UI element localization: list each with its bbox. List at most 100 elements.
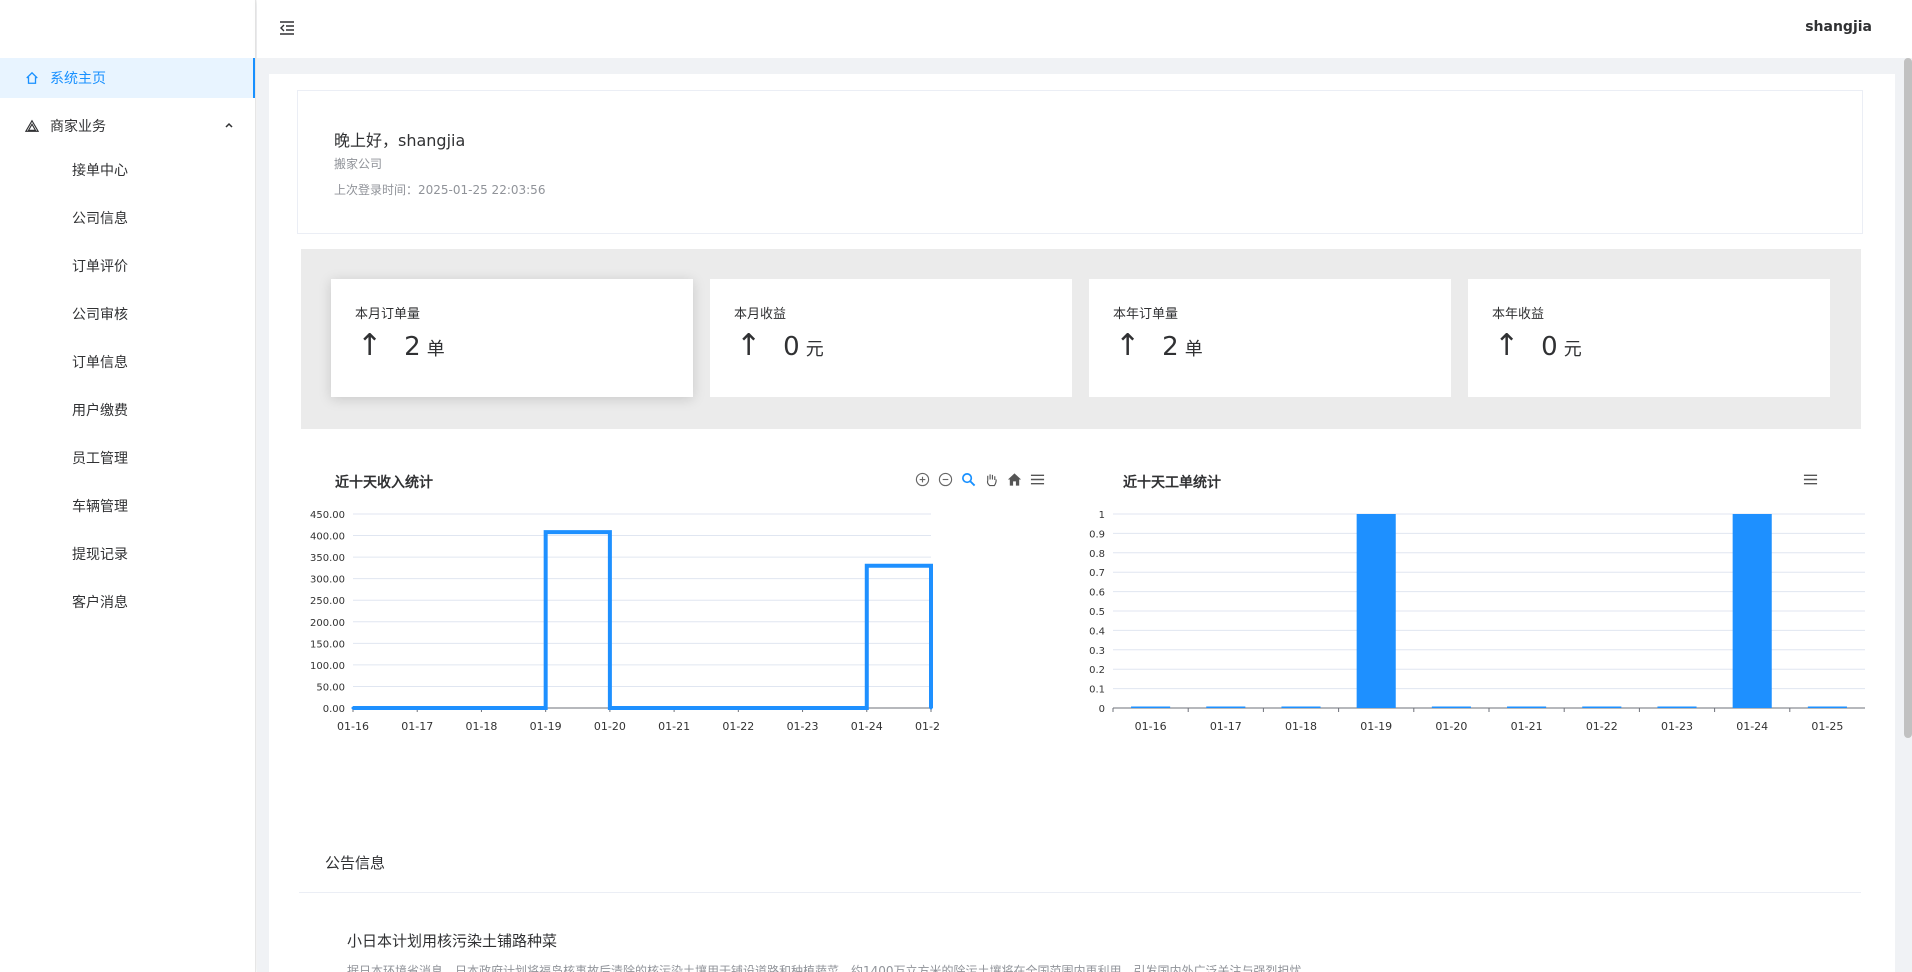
arrow-up-icon: ↑ [1115, 328, 1141, 363]
workorder-bar [1131, 706, 1171, 708]
zoom-reset-icon[interactable] [960, 471, 977, 488]
zoom-in-icon[interactable] [914, 471, 931, 488]
sidebar-subitem-company-info[interactable]: 公司信息 [0, 198, 255, 238]
x-tick-label: 01-16 [1135, 720, 1167, 733]
data-point [608, 706, 612, 710]
stat-card-monthly-orders: 本月订单量 ↑ 2 单 [331, 279, 693, 397]
stat-card-yearly-orders: 本年订单量 ↑ 2 单 [1089, 279, 1451, 397]
dashboard-content: 晚上好，shangjia 搬家公司 上次登录时间：2025-01-25 22:0… [269, 74, 1895, 972]
income-step-chart: 0.00 50.00 100.00 150.00 200.00 250.00 300.00 3… [310, 510, 939, 733]
stat-unit: 单 [1184, 339, 1203, 360]
y-tick-label: 0 [1099, 704, 1105, 715]
sidebar-subitem-user-payment[interactable]: 用户缴费 [0, 390, 255, 430]
pan-hand-icon[interactable] [983, 471, 1000, 488]
income-series-line [353, 530, 933, 710]
y-tick-label: 0.7 [1089, 568, 1105, 579]
data-point [736, 706, 740, 710]
y-tick-label: 100.00 [310, 661, 345, 672]
page-scrollbar[interactable] [1904, 58, 1912, 738]
stat-unit: 单 [426, 339, 445, 360]
top-header: shangjia [257, 0, 1912, 58]
sidebar-subitem-order-center[interactable]: 接单中心 [0, 150, 255, 190]
last-login-time: 上次登录时间：2025-01-25 22:03:56 [334, 183, 546, 197]
y-tick-label: 350.00 [310, 553, 345, 564]
menu-icon[interactable] [1029, 471, 1046, 488]
sidebar-subitem-withdraw-records[interactable]: 提现记录 [0, 534, 255, 574]
workorder-bar [1356, 514, 1396, 708]
y-tick-label: 400.00 [310, 532, 345, 543]
stat-value: 0 [783, 332, 800, 362]
workorder-bar [1807, 706, 1847, 708]
notice-divider [299, 892, 1861, 893]
income-chart-title: 近十天收入统计 [335, 475, 433, 491]
sidebar-subitem-order-info[interactable]: 订单信息 [0, 342, 255, 382]
stat-value: 2 [404, 332, 421, 362]
chevron-up-icon [223, 119, 235, 131]
workorder-bar [1206, 706, 1246, 708]
notice-item-title[interactable]: 小日本计划用核污染土铺路种菜 [347, 930, 557, 951]
sidebar-subitem-order-review[interactable]: 订单评价 [0, 246, 255, 286]
sidebar-subitem-customer-messages[interactable]: 客户消息 [0, 582, 255, 622]
y-tick-label: 0.2 [1089, 665, 1105, 676]
data-point [415, 706, 419, 710]
menu-fold-icon[interactable] [277, 18, 297, 38]
data-point [929, 706, 933, 710]
warning-triangle-icon [24, 118, 40, 134]
income-chart-toolbox [914, 471, 1046, 488]
home-icon[interactable] [1006, 471, 1023, 488]
x-tick-label: 01-17 [401, 720, 433, 733]
data-point [479, 706, 483, 710]
stat-title: 本年订单量 [1113, 307, 1179, 322]
data-point [672, 706, 676, 710]
workorder-bar [1431, 706, 1471, 708]
x-tick-label: 01-17 [1210, 720, 1242, 733]
x-tick-label: 01-18 [465, 720, 497, 733]
x-tick-label: 01-23 [787, 720, 819, 733]
sidebar-item-home[interactable]: 系统主页 [0, 58, 255, 98]
user-menu[interactable]: shangjia [1805, 19, 1872, 35]
sidebar-item-merchant-business[interactable]: 商家业务 [0, 106, 255, 146]
sidebar-subitem-staff-management[interactable]: 员工管理 [0, 438, 255, 478]
arrow-up-icon: ↑ [736, 328, 762, 363]
sidebar-item-label: 商家业务 [50, 119, 106, 135]
data-point [544, 530, 548, 534]
y-tick-label: 50.00 [316, 682, 345, 693]
x-tick-label: 01-18 [1285, 720, 1317, 733]
y-tick-label: 1 [1099, 510, 1105, 521]
x-tick-label: 01-25 [915, 720, 939, 733]
x-tick-label: 01-21 [1511, 720, 1543, 733]
y-tick-label: 300.00 [310, 575, 345, 586]
y-tick-label: 0.4 [1089, 626, 1105, 637]
data-point [865, 564, 869, 568]
x-tick-label: 01-24 [851, 720, 883, 733]
workorder-bar [1507, 706, 1547, 708]
arrow-up-icon: ↑ [1494, 328, 1520, 363]
workorder-bar [1732, 514, 1772, 708]
y-tick-label: 450.00 [310, 510, 345, 521]
notice-item-body: 据日本环境省消息，日本政府计划将福岛核事故后清除的核污染土壤用于铺设道路和种植蔬… [347, 964, 1314, 972]
stats-panel: 本月订单量 ↑ 2 单 本月收益 ↑ 0 元 本年订单量 ↑ 2 单 本年收益 … [301, 249, 1861, 429]
x-tick-label: 01-20 [594, 720, 626, 733]
x-tick-label: 01-25 [1811, 720, 1843, 733]
y-tick-label: 0.8 [1089, 549, 1105, 560]
x-tick-label: 01-22 [1586, 720, 1618, 733]
sidebar-item-label: 系统主页 [50, 71, 106, 87]
stat-card-yearly-revenue: 本年收益 ↑ 0 元 [1468, 279, 1830, 397]
x-tick-label: 01-23 [1661, 720, 1693, 733]
workorder-chart-toolbox [1802, 471, 1819, 488]
stat-value: 2 [1162, 332, 1179, 362]
sidebar-subitem-company-audit[interactable]: 公司审核 [0, 294, 255, 334]
data-point [351, 706, 355, 710]
workorder-bar [1582, 706, 1622, 708]
workorder-bar [1657, 706, 1697, 708]
greeting-text: 晚上好，shangjia [334, 131, 466, 150]
x-tick-label: 01-16 [337, 720, 369, 733]
y-tick-label: 0.00 [323, 704, 345, 715]
x-tick-label: 01-24 [1736, 720, 1768, 733]
sidebar-subitem-vehicle-management[interactable]: 车辆管理 [0, 486, 255, 526]
stat-card-monthly-revenue: 本月收益 ↑ 0 元 [710, 279, 1072, 397]
menu-icon[interactable] [1802, 471, 1819, 488]
x-tick-label: 01-19 [1360, 720, 1392, 733]
zoom-out-icon[interactable] [937, 471, 954, 488]
stat-title: 本月收益 [734, 307, 787, 322]
